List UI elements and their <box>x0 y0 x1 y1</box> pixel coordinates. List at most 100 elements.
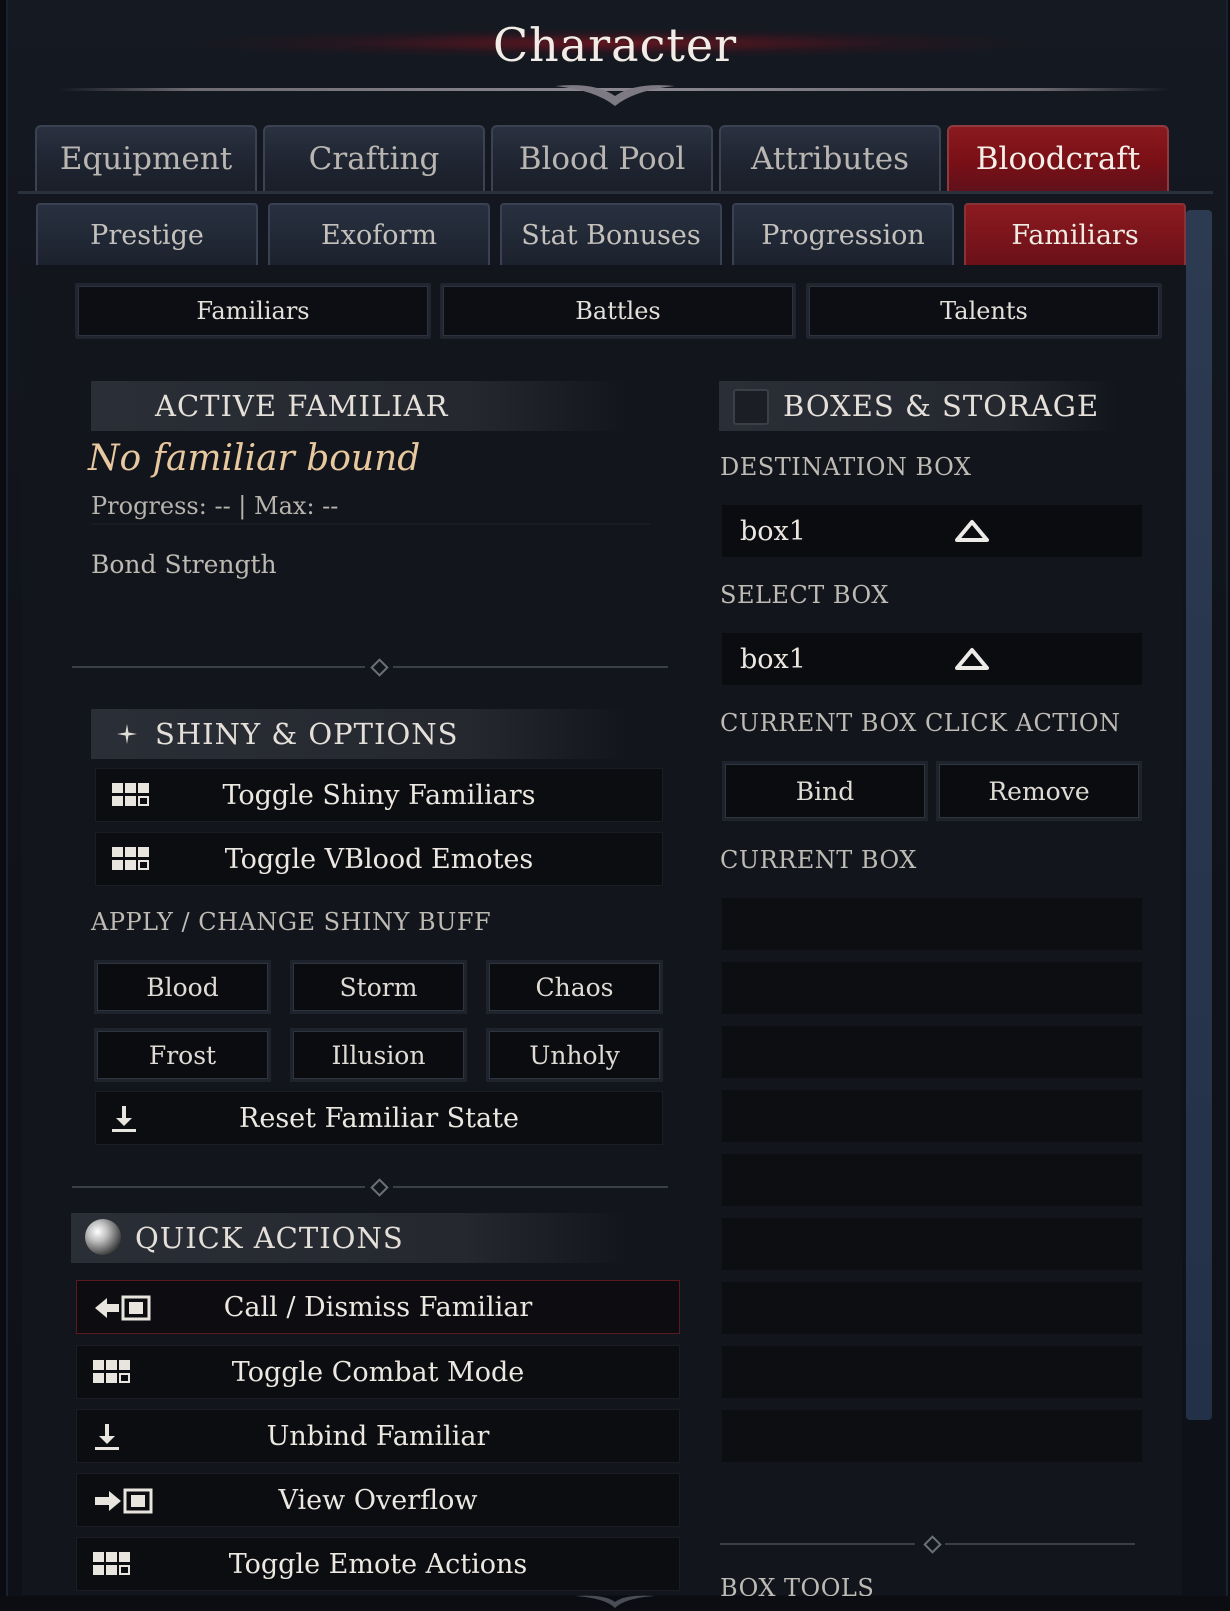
tab-bloodcraft[interactable]: Bloodcraft <box>947 125 1169 191</box>
tab-blood-pool[interactable]: Blood Pool <box>491 125 713 191</box>
subtab-familiars[interactable]: Familiars <box>964 203 1186 265</box>
dropdown-value: box1 <box>740 515 806 547</box>
third-tab-label: Familiars <box>196 297 310 325</box>
toggle-vblood-emotes-button[interactable]: Toggle VBlood Emotes <box>95 832 663 886</box>
divider <box>72 666 365 668</box>
tab-crafting[interactable]: Crafting <box>263 125 485 191</box>
destination-box-dropdown[interactable]: box1 <box>722 505 1142 557</box>
subtab-exoform[interactable]: Exoform <box>268 203 490 265</box>
button-label: Toggle Emote Actions <box>228 1548 528 1580</box>
box-slot[interactable] <box>722 898 1142 950</box>
chevron-up-icon <box>955 520 989 542</box>
section-title: ACTIVE FAMILIAR <box>155 389 449 423</box>
toggle-combat-mode-button[interactable]: Toggle Combat Mode <box>76 1345 680 1399</box>
subtab-label: Prestige <box>90 219 204 251</box>
subtab-label: Progression <box>761 219 925 251</box>
divider <box>393 1186 668 1188</box>
divider <box>72 1186 365 1188</box>
title-bar: Character <box>0 0 1230 110</box>
grid-icon <box>112 783 149 806</box>
bind-button[interactable]: Bind <box>722 761 928 821</box>
grid-icon <box>112 847 149 870</box>
subtab-prestige[interactable]: Prestige <box>36 203 258 265</box>
buff-unholy-button[interactable]: Unholy <box>486 1028 663 1082</box>
current-box-label: CURRENT BOX <box>720 846 917 874</box>
button-label: Toggle Combat Mode <box>231 1356 525 1388</box>
buff-storm-button[interactable]: Storm <box>290 960 467 1014</box>
grid-icon <box>93 1360 130 1383</box>
sparkle-icon <box>117 724 137 744</box>
button-label: Call / Dismiss Familiar <box>223 1291 533 1323</box>
call-dismiss-familiar-button[interactable]: Call / Dismiss Familiar <box>76 1280 680 1334</box>
remove-button[interactable]: Remove <box>936 761 1142 821</box>
box-slot[interactable] <box>722 962 1142 1014</box>
toggle-shiny-familiars-button[interactable]: Toggle Shiny Familiars <box>95 768 663 822</box>
divider <box>393 666 668 668</box>
box-slot[interactable] <box>722 1410 1142 1462</box>
box-slot[interactable] <box>722 1026 1142 1078</box>
box-slot[interactable] <box>722 1154 1142 1206</box>
subtab-progression[interactable]: Progression <box>732 203 954 265</box>
window-title: Character <box>492 18 738 72</box>
toggle-emote-actions-button[interactable]: Toggle Emote Actions <box>76 1537 680 1591</box>
click-action-label: CURRENT BOX CLICK ACTION <box>720 709 1121 737</box>
tab-attributes[interactable]: Attributes <box>719 125 941 191</box>
tab-familiars[interactable]: Familiars <box>75 283 431 339</box>
button-label: Bind <box>795 776 855 806</box>
progress-bar <box>91 523 651 525</box>
tab-battles[interactable]: Battles <box>440 283 796 339</box>
button-label: Blood <box>146 972 219 1002</box>
box-slot[interactable] <box>722 1282 1142 1334</box>
download-icon <box>95 1424 119 1450</box>
destination-box-label: DESTINATION BOX <box>720 453 972 481</box>
buff-blood-button[interactable]: Blood <box>94 960 271 1014</box>
subtab-label: Stat Bonuses <box>521 219 701 251</box>
tab-label: Equipment <box>59 141 233 177</box>
tab-equipment[interactable]: Equipment <box>35 125 257 191</box>
buff-frost-button[interactable]: Frost <box>94 1028 271 1082</box>
button-label: Remove <box>988 776 1090 806</box>
button-label: Unbind Familiar <box>266 1420 490 1452</box>
tab-label: Attributes <box>750 141 909 177</box>
button-label: Illusion <box>331 1040 426 1070</box>
dropdown-value: box1 <box>740 643 806 675</box>
button-label: Chaos <box>535 972 614 1002</box>
overflow-icon <box>95 1488 153 1514</box>
tab-talents[interactable]: Talents <box>806 283 1162 339</box>
tab-label: Bloodcraft <box>975 141 1141 177</box>
title-ornament-icon <box>555 85 675 106</box>
call-dismiss-icon <box>95 1295 151 1321</box>
chevron-up-icon <box>955 648 989 670</box>
tabs-divider <box>18 191 1213 194</box>
shiny-buff-label: APPLY / CHANGE SHINY BUFF <box>91 908 492 936</box>
bond-strength-label: Bond Strength <box>91 550 277 579</box>
familiar-progress: Progress: -- | Max: -- <box>91 492 339 520</box>
box-tools-clip: BOX TOOLS <box>720 1574 1160 1596</box>
subtab-label: Exoform <box>321 219 437 251</box>
box-slot[interactable] <box>722 1090 1142 1142</box>
divider <box>720 1543 915 1545</box>
tab-label: Blood Pool <box>518 141 686 177</box>
subtab-stat-bonuses[interactable]: Stat Bonuses <box>500 203 722 265</box>
section-title: BOXES & STORAGE <box>783 389 1100 423</box>
button-label: View Overflow <box>278 1484 478 1516</box>
box-slot[interactable] <box>722 1346 1142 1398</box>
tab-label: Crafting <box>308 141 440 177</box>
reset-familiar-state-button[interactable]: Reset Familiar State <box>95 1091 663 1145</box>
select-box-dropdown[interactable]: box1 <box>722 633 1142 685</box>
grid-icon <box>93 1552 130 1575</box>
box-tools-label: BOX TOOLS <box>720 1574 875 1596</box>
button-label: Frost <box>148 1040 217 1070</box>
buff-illusion-button[interactable]: Illusion <box>290 1028 467 1082</box>
box-icon <box>733 389 769 425</box>
unbind-familiar-button[interactable]: Unbind Familiar <box>76 1409 680 1463</box>
download-icon <box>112 1106 136 1132</box>
familiar-name: No familiar bound <box>88 438 421 479</box>
scrollbar[interactable] <box>1186 210 1212 1420</box>
box-slot[interactable] <box>722 1218 1142 1270</box>
view-overflow-button[interactable]: View Overflow <box>76 1473 680 1527</box>
section-title: SHINY & OPTIONS <box>155 717 459 751</box>
button-label: Toggle VBlood Emotes <box>224 843 534 875</box>
subtab-label: Familiars <box>1011 219 1139 251</box>
buff-chaos-button[interactable]: Chaos <box>486 960 663 1014</box>
